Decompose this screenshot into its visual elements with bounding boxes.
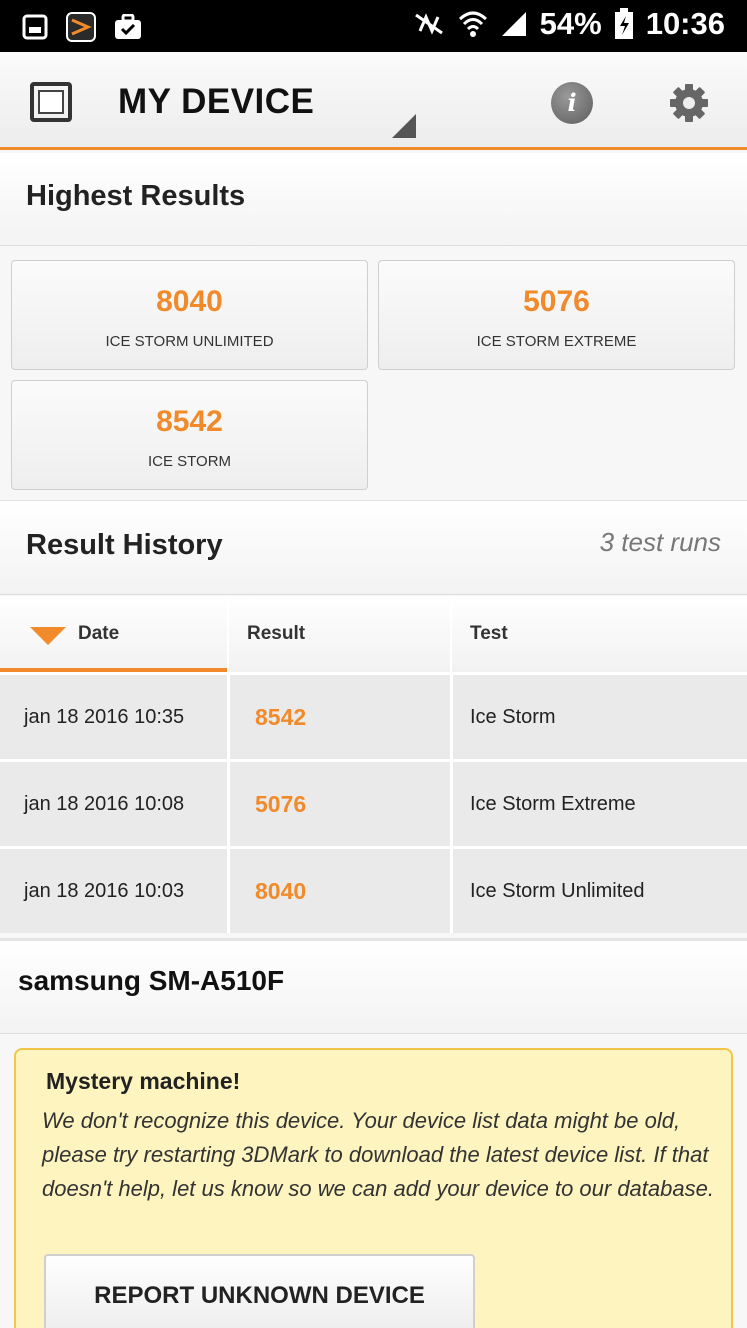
row-date: jan 18 2016 10:35 (24, 706, 185, 728)
row-result: 5076 (227, 762, 450, 846)
app-bar: MY DEVICE (0, 52, 747, 150)
table-header: Date Result Test (0, 596, 747, 672)
wifi-icon (458, 11, 487, 37)
table-row[interactable]: jan 18 2016 10:08 5076 Ice Storm Extreme (0, 762, 747, 846)
device-name: samsung SM-A510F (18, 965, 285, 996)
page-title[interactable]: MY DEVICE (118, 82, 314, 122)
tile-score: 5076 (523, 285, 590, 318)
settings-gear-icon[interactable] (668, 82, 710, 124)
row-test: Ice Storm Extreme (450, 762, 747, 846)
row-result: 8040 (227, 849, 450, 933)
info-button[interactable]: i (551, 82, 593, 124)
tile-name: ICE STORM UNLIMITED (105, 333, 274, 350)
result-tile-ice-storm[interactable]: 8542 ICE STORM (11, 380, 368, 490)
table-row[interactable]: jan 18 2016 10:03 8040 Ice Storm Unlimit… (0, 849, 747, 933)
column-header-test[interactable]: Test (450, 596, 747, 672)
tile-name: ICE STORM EXTREME (476, 333, 637, 350)
app-3dmark-icon (66, 12, 96, 42)
clock: 10:36 (645, 6, 725, 41)
gallery-icon (22, 14, 48, 40)
briefcase-check-icon (115, 14, 141, 39)
section-title: Highest Results (26, 180, 246, 212)
column-header-result[interactable]: Result (227, 596, 450, 672)
notice-title: Mystery machine! (46, 1068, 241, 1094)
battery-icon (614, 8, 633, 39)
tablet-icon (30, 82, 72, 122)
status-bar: 54% 10:36 (0, 0, 747, 52)
column-label: Test (470, 623, 508, 644)
unknown-device-notice: Mystery machine! We don't recognize this… (14, 1048, 733, 1328)
mute-icon (414, 13, 443, 35)
row-date: jan 18 2016 10:08 (24, 793, 185, 815)
row-test: Ice Storm Unlimited (450, 849, 747, 933)
notice-body: We don't recognize this device. Your dev… (42, 1108, 714, 1201)
sort-descending-icon (30, 627, 66, 645)
column-label: Result (247, 623, 306, 644)
tile-score: 8040 (156, 285, 223, 318)
battery-percent: 54% (539, 6, 602, 41)
tile-name: ICE STORM (147, 453, 232, 470)
signal-icon (501, 12, 526, 36)
column-label: Date (78, 623, 120, 644)
highest-results-header: Highest Results (0, 153, 747, 246)
section-title: Result History (26, 529, 223, 561)
result-tile-ice-storm-unlimited[interactable]: 8040 ICE STORM UNLIMITED (11, 260, 368, 370)
row-result: 8542 (227, 675, 450, 759)
row-test: Ice Storm (450, 675, 747, 759)
dropdown-indicator-icon[interactable] (392, 114, 416, 138)
test-runs-count: 3 test runs (599, 527, 721, 557)
table-row[interactable]: jan 18 2016 10:35 8542 Ice Storm (0, 675, 747, 759)
column-header-date[interactable]: Date (0, 596, 227, 672)
report-unknown-device-button[interactable]: REPORT UNKNOWN DEVICE (44, 1254, 475, 1328)
row-date: jan 18 2016 10:03 (24, 880, 185, 902)
tile-score: 8542 (156, 405, 223, 438)
result-tile-ice-storm-extreme[interactable]: 5076 ICE STORM EXTREME (378, 260, 735, 370)
